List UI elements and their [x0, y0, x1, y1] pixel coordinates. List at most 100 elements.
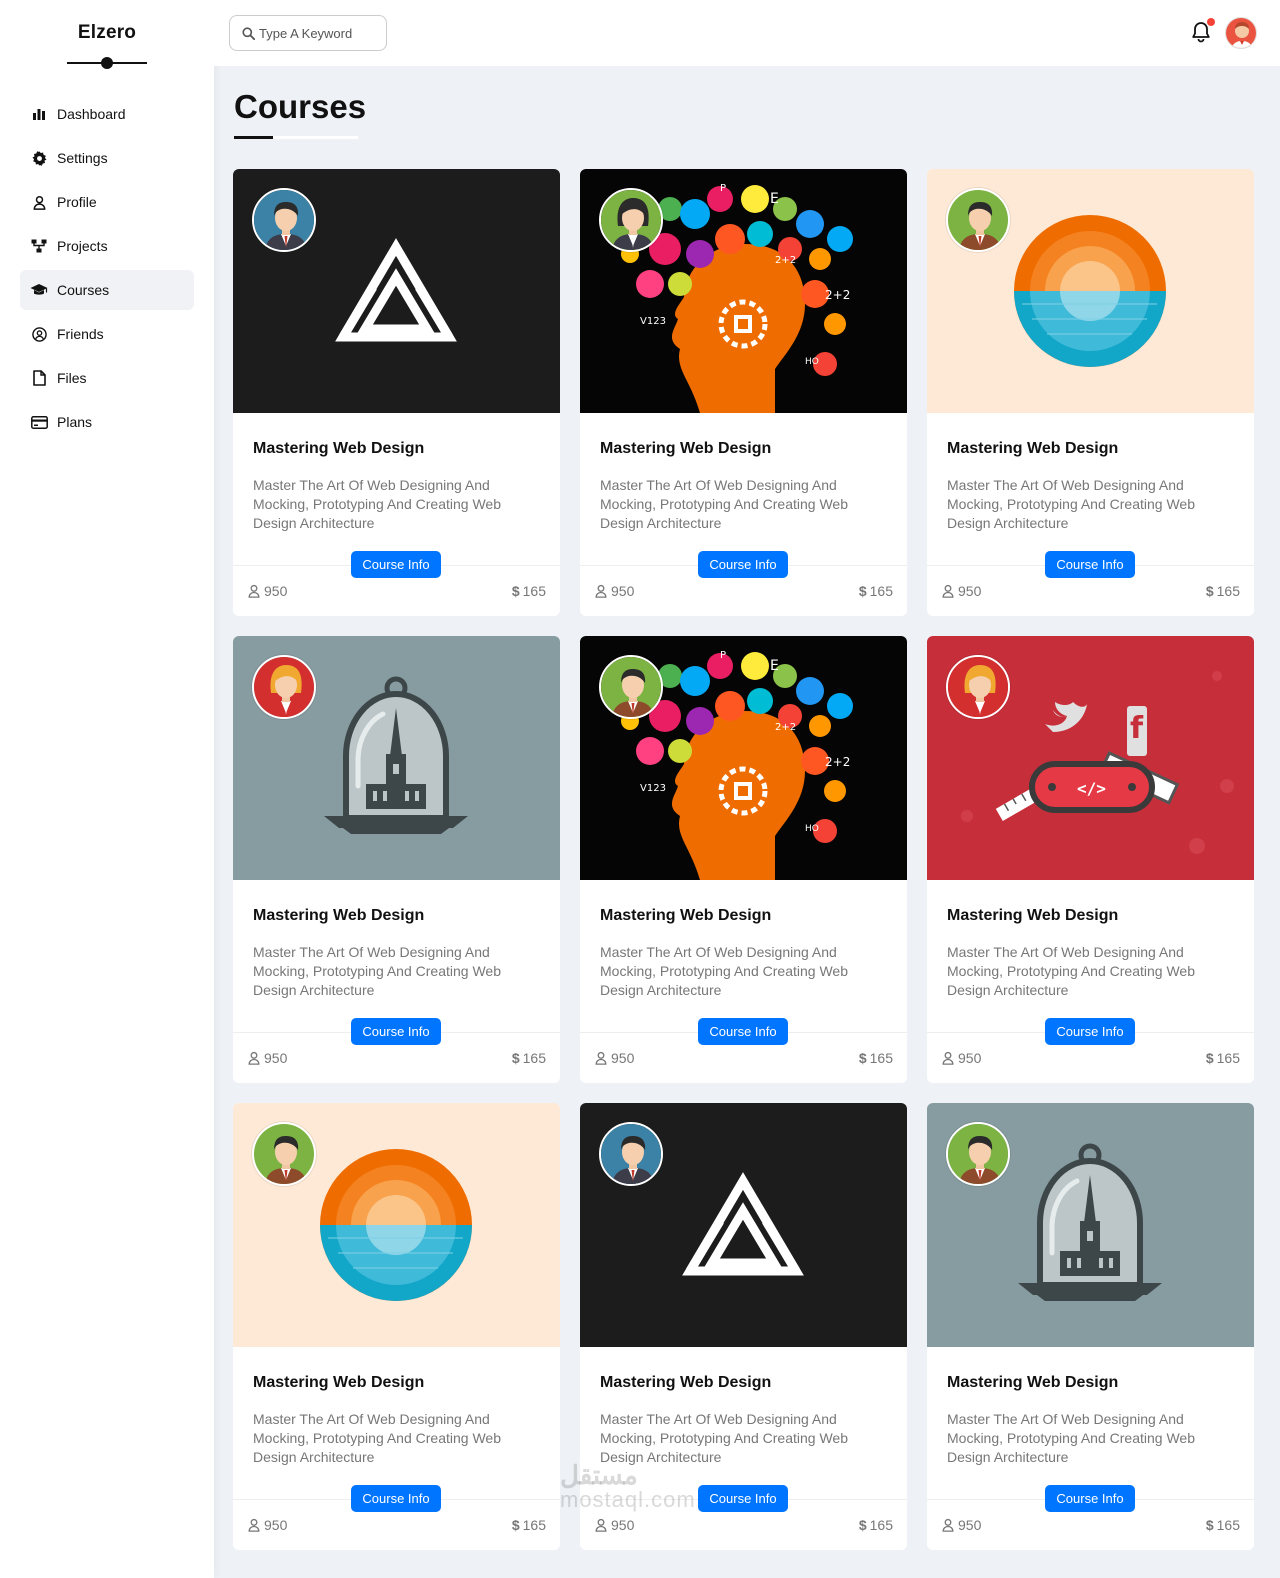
- sidebar-item-friends[interactable]: Friends: [20, 314, 194, 354]
- user-avatar[interactable]: [1225, 17, 1257, 49]
- price-value: 165: [522, 1050, 546, 1066]
- course-info-button[interactable]: Course Info: [698, 1485, 788, 1512]
- students-value: 950: [958, 1050, 982, 1066]
- user-icon: [247, 584, 264, 598]
- students-count: 950: [247, 1517, 287, 1533]
- sidebar: Elzero Dashboard Settings Profile Projects C…: [0, 0, 214, 1578]
- sidebar-item-plans[interactable]: Plans: [20, 402, 194, 442]
- user-icon: [594, 1051, 611, 1065]
- course-title: Mastering Web Design: [253, 907, 425, 924]
- course-price: $165: [1206, 583, 1240, 599]
- teacher-avatar: [252, 1122, 316, 1186]
- teacher-avatar: [946, 1122, 1010, 1186]
- course-card: E P 2+2 2+2 V123 HO Mastering Web Design Master…: [580, 169, 907, 616]
- course-price: $165: [859, 1517, 893, 1533]
- watermark-latin: mostaql.com: [560, 1487, 696, 1512]
- course-title: Mastering Web Design: [253, 1374, 425, 1391]
- price-value: 165: [869, 1517, 893, 1533]
- dollar-icon: $: [858, 1050, 867, 1066]
- dollar-icon: $: [1205, 1517, 1214, 1533]
- brand-divider: [67, 57, 147, 69]
- price-value: 165: [869, 1050, 893, 1066]
- course-title: Mastering Web Design: [600, 1374, 772, 1391]
- sidebar-item-label: Dashboard: [57, 106, 126, 122]
- teacher-avatar: [599, 655, 663, 719]
- title-underline: [234, 136, 358, 139]
- sidebar-item-label: Settings: [57, 150, 108, 166]
- course-description: Master The Art Of Web Designing And Mock…: [600, 944, 848, 998]
- search-input[interactable]: [259, 25, 379, 41]
- course-description: Master The Art Of Web Designing And Mock…: [600, 1411, 848, 1465]
- brand-title: Elzero: [77, 22, 137, 43]
- course-info-button[interactable]: Course Info: [351, 551, 441, 578]
- course-description: Master The Art Of Web Designing And Mock…: [947, 477, 1195, 531]
- course-info-button[interactable]: Course Info: [698, 1018, 788, 1045]
- students-value: 950: [611, 583, 635, 599]
- svg-text:2+2: 2+2: [775, 255, 796, 266]
- dollar-icon: $: [511, 583, 520, 599]
- course-info-button[interactable]: Course Info: [698, 551, 788, 578]
- dollar-icon: $: [858, 583, 867, 599]
- course-card: Mastering Web Design Master The Art Of We…: [927, 1103, 1254, 1550]
- sidebar-item-label: Plans: [57, 414, 93, 430]
- sidebar-item-settings[interactable]: Settings: [20, 138, 194, 178]
- course-description: Master The Art Of Web Designing And Mock…: [600, 477, 848, 531]
- sidebar-item-courses[interactable]: Courses: [20, 270, 194, 310]
- svg-text:V123: V123: [640, 783, 666, 794]
- notification-dot: [1207, 18, 1215, 26]
- course-info-button[interactable]: Course Info: [1045, 1018, 1135, 1045]
- user-icon: [594, 584, 611, 598]
- sidebar-item-projects[interactable]: Projects: [20, 226, 194, 266]
- course-price: $165: [859, 1050, 893, 1066]
- svg-text:V123: V123: [640, 316, 666, 327]
- course-price: $165: [1206, 1050, 1240, 1066]
- top-header: [214, 0, 1280, 66]
- course-info-button[interactable]: Course Info: [1045, 551, 1135, 578]
- course-price: $165: [859, 583, 893, 599]
- course-info-button[interactable]: Course Info: [351, 1485, 441, 1512]
- sidebar-item-label: Courses: [57, 282, 110, 298]
- students-value: 950: [264, 1050, 288, 1066]
- course-card: Mastering Web Design Master The Art Of We…: [233, 169, 560, 616]
- course-price: $165: [512, 1517, 546, 1533]
- students-value: 950: [264, 1517, 288, 1533]
- course-card: Mastering Web Design Master The Art Of We…: [233, 636, 560, 1083]
- students-count: 950: [594, 1050, 634, 1066]
- course-title: Mastering Web Design: [600, 907, 772, 924]
- sidebar-item-profile[interactable]: Profile: [20, 182, 194, 222]
- course-info-button[interactable]: Course Info: [351, 1018, 441, 1045]
- user-icon: [941, 1051, 958, 1065]
- price-value: 165: [1216, 1517, 1240, 1533]
- brand: Elzero: [0, 0, 214, 69]
- svg-text:HO: HO: [805, 357, 819, 367]
- students-value: 950: [264, 583, 288, 599]
- search-icon: [242, 26, 255, 40]
- page-title: Courses: [234, 88, 367, 125]
- search-box[interactable]: [229, 15, 387, 51]
- students-count: 950: [594, 583, 634, 599]
- course-title: Mastering Web Design: [600, 440, 772, 457]
- course-info-button[interactable]: Course Info: [1045, 1485, 1135, 1512]
- sidebar-item-label: Profile: [57, 194, 97, 210]
- students-value: 950: [611, 1050, 635, 1066]
- teacher-avatar: [599, 1122, 663, 1186]
- course-title: Mastering Web Design: [947, 907, 1119, 924]
- students-count: 950: [247, 1050, 287, 1066]
- courses-grid: Mastering Web Design Master The Art Of We…: [233, 169, 1254, 1550]
- students-value: 950: [611, 1517, 635, 1533]
- sidebar-item-files[interactable]: Files: [20, 358, 194, 398]
- students-count: 950: [941, 1517, 981, 1533]
- students-value: 950: [958, 1517, 982, 1533]
- svg-text:HO: HO: [805, 824, 819, 834]
- sidebar-nav: Dashboard Settings Profile Projects Courses F…: [0, 94, 214, 442]
- teacher-avatar: [946, 188, 1010, 252]
- svg-text:E: E: [770, 191, 779, 207]
- user-icon: [247, 1051, 264, 1065]
- teacher-avatar: [252, 655, 316, 719]
- svg-text:2+2: 2+2: [825, 288, 850, 302]
- course-title: Mastering Web Design: [947, 1374, 1119, 1391]
- sidebar-item-dashboard[interactable]: Dashboard: [20, 94, 194, 134]
- course-description: Master The Art Of Web Designing And Mock…: [947, 1411, 1195, 1465]
- price-value: 165: [522, 583, 546, 599]
- course-card: Mastering Web Design Master The Art Of We…: [927, 169, 1254, 616]
